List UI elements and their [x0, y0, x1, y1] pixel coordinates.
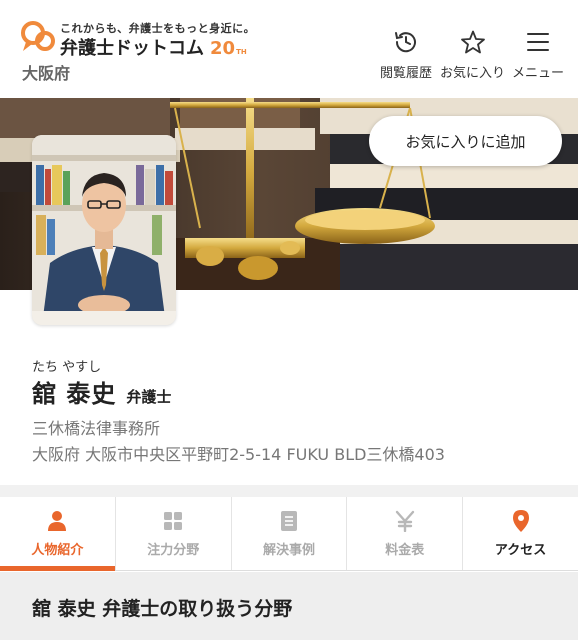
name-row: 舘 泰史 弁護士	[32, 374, 171, 409]
profile-tabs: 人物紹介 注力分野 解決事例 料金表 アクセス	[0, 497, 578, 571]
tab-access[interactable]: アクセス	[463, 497, 578, 570]
region-label: 大阪府	[22, 64, 71, 83]
anniversary-suffix: TH	[236, 48, 247, 56]
history-icon	[392, 28, 420, 56]
yen-icon	[393, 509, 417, 533]
lawyer-title: 弁護士	[126, 388, 172, 406]
tab-case-examples[interactable]: 解決事例	[232, 497, 348, 570]
favorites-button[interactable]: お気に入り	[440, 28, 505, 81]
lawyer-name: 舘 泰史	[32, 380, 117, 408]
person-icon	[45, 509, 69, 533]
section-divider	[0, 485, 578, 497]
map-pin-icon	[509, 509, 533, 533]
document-icon	[277, 509, 301, 533]
name-kana: たち やすし	[32, 360, 102, 375]
site-header: これからも、弁護士をもっと身近に。 弁護士ドットコム 20 TH 大阪府 閲覧履…	[0, 0, 578, 98]
section-title: 舘 泰史 弁護士の取り扱う分野	[32, 598, 293, 620]
tab-label: アクセス	[494, 543, 547, 558]
office-name: 三休橋法律事務所	[32, 419, 161, 438]
anniversary-number: 20	[210, 38, 236, 59]
menu-button[interactable]: メニュー	[512, 28, 564, 81]
tab-fees[interactable]: 料金表	[347, 497, 464, 570]
tab-profile[interactable]: 人物紹介	[0, 497, 116, 571]
logo-icon[interactable]	[20, 20, 56, 54]
history-button[interactable]: 閲覧履歴	[380, 28, 432, 81]
star-icon	[459, 28, 487, 56]
tab-label: 注力分野	[147, 543, 200, 558]
brand-logo-text[interactable]: 弁護士ドットコム 20 TH	[60, 34, 247, 60]
office-address: 大阪府 大阪市中央区平野町2-5-14 FUKU BLD三休橋403	[32, 445, 445, 464]
menu-label: メニュー	[512, 66, 565, 81]
tab-label: 解決事例	[262, 543, 315, 558]
history-label: 閲覧履歴	[380, 66, 433, 81]
grid-icon	[161, 509, 185, 533]
section-header: 舘 泰史 弁護士の取り扱う分野	[0, 572, 578, 640]
tab-focus-areas[interactable]: 注力分野	[116, 497, 232, 570]
add-favorite-button[interactable]: お気に入りに追加	[369, 116, 562, 166]
lawyer-photo	[32, 135, 176, 325]
hamburger-icon	[524, 28, 552, 56]
favorites-label: お気に入り	[440, 66, 506, 81]
tab-label: 人物紹介	[31, 543, 84, 558]
brand-name: 弁護士ドットコム	[60, 38, 204, 59]
tab-label: 料金表	[385, 543, 425, 558]
